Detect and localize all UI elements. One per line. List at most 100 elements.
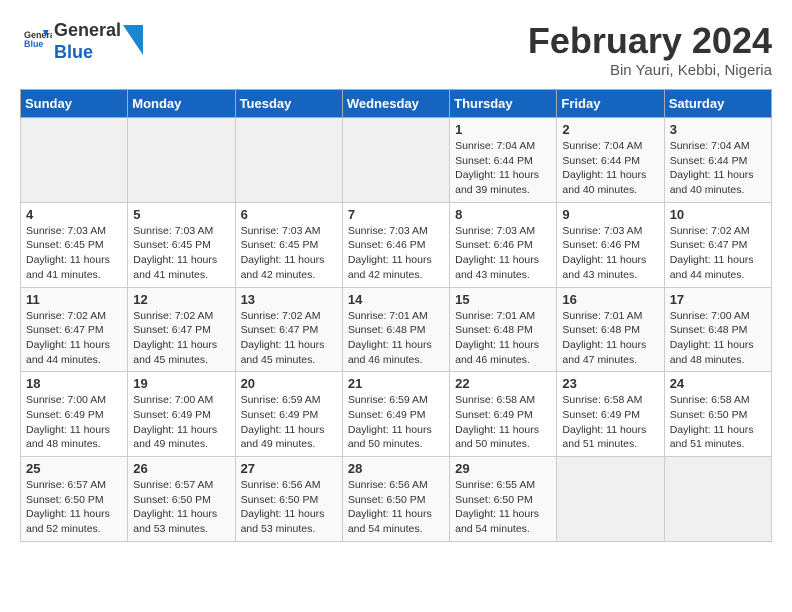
calendar-cell: 4 Sunrise: 7:03 AMSunset: 6:45 PMDaylight…	[21, 202, 128, 287]
calendar-cell	[557, 457, 664, 542]
day-info: Sunrise: 7:03 AMSunset: 6:46 PMDaylight:…	[562, 224, 658, 283]
day-info: Sunrise: 7:03 AMSunset: 6:46 PMDaylight:…	[348, 224, 444, 283]
weekday-header-wednesday: Wednesday	[342, 90, 449, 118]
day-number: 8	[455, 207, 551, 222]
day-info: Sunrise: 7:02 AMSunset: 6:47 PMDaylight:…	[241, 309, 337, 368]
calendar-cell: 15 Sunrise: 7:01 AMSunset: 6:48 PMDayligh…	[450, 287, 557, 372]
calendar-cell: 9 Sunrise: 7:03 AMSunset: 6:46 PMDaylight…	[557, 202, 664, 287]
day-number: 7	[348, 207, 444, 222]
week-row-1: 1 Sunrise: 7:04 AMSunset: 6:44 PMDaylight…	[21, 118, 772, 203]
day-info: Sunrise: 7:02 AMSunset: 6:47 PMDaylight:…	[26, 309, 122, 368]
day-info: Sunrise: 7:00 AMSunset: 6:49 PMDaylight:…	[133, 393, 229, 452]
day-number: 29	[455, 461, 551, 476]
weekday-header-thursday: Thursday	[450, 90, 557, 118]
day-number: 9	[562, 207, 658, 222]
day-number: 10	[670, 207, 766, 222]
logo-triangle-icon	[123, 25, 143, 55]
day-number: 14	[348, 292, 444, 307]
day-number: 26	[133, 461, 229, 476]
day-info: Sunrise: 7:02 AMSunset: 6:47 PMDaylight:…	[670, 224, 766, 283]
week-row-4: 18 Sunrise: 7:00 AMSunset: 6:49 PMDayligh…	[21, 372, 772, 457]
day-info: Sunrise: 7:03 AMSunset: 6:45 PMDaylight:…	[26, 224, 122, 283]
weekday-header-friday: Friday	[557, 90, 664, 118]
logo: General Blue General Blue	[20, 20, 143, 63]
calendar-cell	[342, 118, 449, 203]
calendar-cell: 19Sunrise: 7:00 AMSunset: 6:49 PMDayligh…	[128, 372, 235, 457]
day-number: 4	[26, 207, 122, 222]
location: Bin Yauri, Kebbi, Nigeria	[528, 62, 772, 79]
calendar-cell: 22 Sunrise: 6:58 AMSunset: 6:49 PMDayligh…	[450, 372, 557, 457]
day-info: Sunrise: 6:58 AMSunset: 6:49 PMDaylight:…	[455, 393, 551, 452]
week-row-3: 11 Sunrise: 7:02 AMSunset: 6:47 PMDayligh…	[21, 287, 772, 372]
calendar-cell: 3 Sunrise: 7:04 AMSunset: 6:44 PMDaylight…	[664, 118, 771, 203]
calendar-cell	[21, 118, 128, 203]
day-number: 25	[26, 461, 122, 476]
calendar-cell: 26 Sunrise: 6:57 AMSunset: 6:50 PMDayligh…	[128, 457, 235, 542]
page-header: General Blue General Blue February 2024 …	[20, 20, 772, 79]
day-number: 24	[670, 376, 766, 391]
calendar-cell: 28 Sunrise: 6:56 AMSunset: 6:50 PMDayligh…	[342, 457, 449, 542]
calendar-cell: 24 Sunrise: 6:58 AMSunset: 6:50 PMDayligh…	[664, 372, 771, 457]
calendar-cell: 23Sunrise: 6:58 AMSunset: 6:49 PMDayligh…	[557, 372, 664, 457]
day-info: Sunrise: 7:01 AMSunset: 6:48 PMDaylight:…	[455, 309, 551, 368]
weekday-header-sunday: Sunday	[21, 90, 128, 118]
day-info: Sunrise: 7:04 AMSunset: 6:44 PMDaylight:…	[455, 139, 551, 198]
calendar-cell: 2Sunrise: 7:04 AMSunset: 6:44 PMDaylight…	[557, 118, 664, 203]
month-title: February 2024	[528, 20, 772, 62]
logo-general: General	[54, 20, 121, 42]
calendar-cell: 29 Sunrise: 6:55 AMSunset: 6:50 PMDayligh…	[450, 457, 557, 542]
day-info: Sunrise: 7:03 AMSunset: 6:46 PMDaylight:…	[455, 224, 551, 283]
weekday-header-row: SundayMondayTuesdayWednesdayThursdayFrid…	[21, 90, 772, 118]
calendar-cell: 11 Sunrise: 7:02 AMSunset: 6:47 PMDayligh…	[21, 287, 128, 372]
day-number: 16	[562, 292, 658, 307]
day-info: Sunrise: 6:57 AMSunset: 6:50 PMDaylight:…	[26, 478, 122, 537]
day-info: Sunrise: 6:58 AMSunset: 6:49 PMDaylight:…	[562, 393, 658, 452]
calendar-cell: 18Sunrise: 7:00 AMSunset: 6:49 PMDayligh…	[21, 372, 128, 457]
day-number: 11	[26, 292, 122, 307]
svg-text:Blue: Blue	[24, 39, 43, 49]
calendar-cell: 13Sunrise: 7:02 AMSunset: 6:47 PMDayligh…	[235, 287, 342, 372]
day-info: Sunrise: 6:57 AMSunset: 6:50 PMDaylight:…	[133, 478, 229, 537]
weekday-header-tuesday: Tuesday	[235, 90, 342, 118]
day-info: Sunrise: 7:00 AMSunset: 6:48 PMDaylight:…	[670, 309, 766, 368]
calendar-cell: 1 Sunrise: 7:04 AMSunset: 6:44 PMDaylight…	[450, 118, 557, 203]
calendar-cell: 16 Sunrise: 7:01 AMSunset: 6:48 PMDayligh…	[557, 287, 664, 372]
day-number: 21	[348, 376, 444, 391]
day-number: 28	[348, 461, 444, 476]
logo-blue: Blue	[54, 42, 121, 64]
day-number: 1	[455, 122, 551, 137]
day-number: 20	[241, 376, 337, 391]
day-number: 15	[455, 292, 551, 307]
week-row-2: 4 Sunrise: 7:03 AMSunset: 6:45 PMDaylight…	[21, 202, 772, 287]
day-number: 27	[241, 461, 337, 476]
day-info: Sunrise: 6:55 AMSunset: 6:50 PMDaylight:…	[455, 478, 551, 537]
calendar-cell: 6Sunrise: 7:03 AMSunset: 6:45 PMDaylight…	[235, 202, 342, 287]
day-number: 18	[26, 376, 122, 391]
day-number: 3	[670, 122, 766, 137]
day-info: Sunrise: 6:58 AMSunset: 6:50 PMDaylight:…	[670, 393, 766, 452]
calendar-cell: 14 Sunrise: 7:01 AMSunset: 6:48 PMDayligh…	[342, 287, 449, 372]
calendar-cell: 12Sunrise: 7:02 AMSunset: 6:47 PMDayligh…	[128, 287, 235, 372]
day-info: Sunrise: 6:56 AMSunset: 6:50 PMDaylight:…	[241, 478, 337, 537]
day-info: Sunrise: 7:01 AMSunset: 6:48 PMDaylight:…	[562, 309, 658, 368]
day-info: Sunrise: 6:59 AMSunset: 6:49 PMDaylight:…	[348, 393, 444, 452]
calendar-cell: 17 Sunrise: 7:00 AMSunset: 6:48 PMDayligh…	[664, 287, 771, 372]
day-info: Sunrise: 7:04 AMSunset: 6:44 PMDaylight:…	[562, 139, 658, 198]
day-info: Sunrise: 7:03 AMSunset: 6:45 PMDaylight:…	[241, 224, 337, 283]
week-row-5: 25 Sunrise: 6:57 AMSunset: 6:50 PMDayligh…	[21, 457, 772, 542]
title-block: February 2024 Bin Yauri, Kebbi, Nigeria	[528, 20, 772, 79]
calendar-cell: 7 Sunrise: 7:03 AMSunset: 6:46 PMDaylight…	[342, 202, 449, 287]
day-info: Sunrise: 6:56 AMSunset: 6:50 PMDaylight:…	[348, 478, 444, 537]
calendar-cell: 10 Sunrise: 7:02 AMSunset: 6:47 PMDayligh…	[664, 202, 771, 287]
calendar-cell: 8 Sunrise: 7:03 AMSunset: 6:46 PMDaylight…	[450, 202, 557, 287]
calendar-cell: 20 Sunrise: 6:59 AMSunset: 6:49 PMDayligh…	[235, 372, 342, 457]
day-info: Sunrise: 7:04 AMSunset: 6:44 PMDaylight:…	[670, 139, 766, 198]
day-number: 5	[133, 207, 229, 222]
day-number: 12	[133, 292, 229, 307]
day-number: 17	[670, 292, 766, 307]
weekday-header-monday: Monday	[128, 90, 235, 118]
weekday-header-saturday: Saturday	[664, 90, 771, 118]
day-info: Sunrise: 6:59 AMSunset: 6:49 PMDaylight:…	[241, 393, 337, 452]
day-info: Sunrise: 7:01 AMSunset: 6:48 PMDaylight:…	[348, 309, 444, 368]
day-number: 22	[455, 376, 551, 391]
